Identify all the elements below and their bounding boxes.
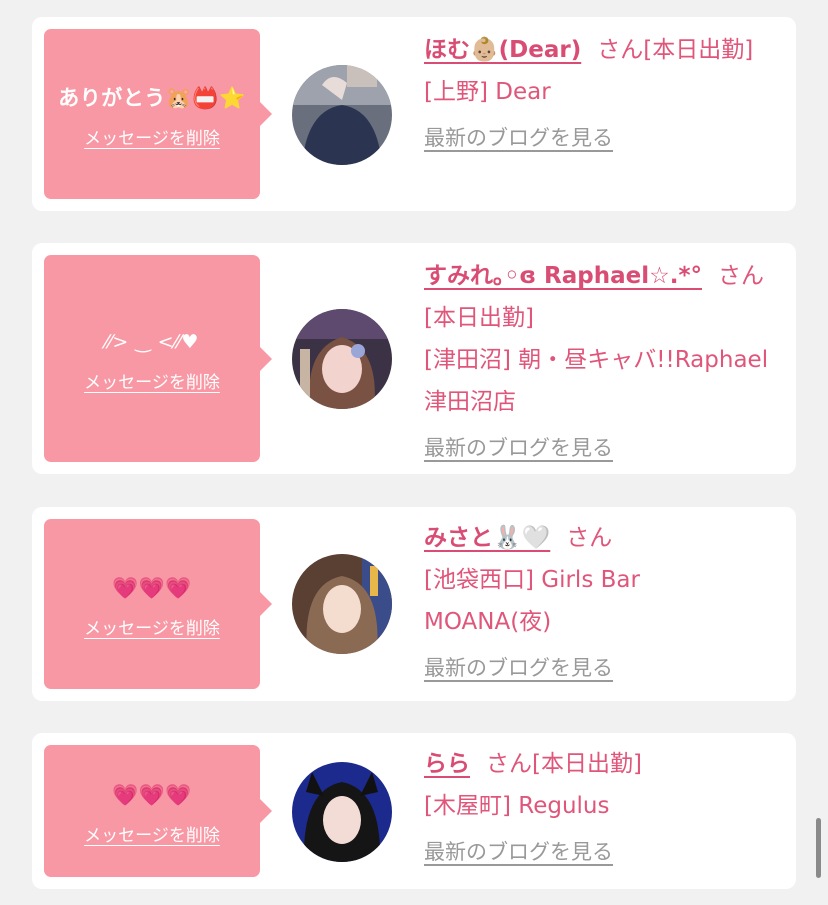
cast-name-link[interactable]: みさと🐰🤍 xyxy=(424,525,550,551)
latest-blog-link[interactable]: 最新のブログを見る xyxy=(424,117,613,159)
shop-name: [津田沼] 朝・昼キャバ!!Raphael 津田沼店 xyxy=(424,347,769,415)
message-card: ありがとう🐹📛⭐ メッセージを削除 ほむ👶🏼(Dear) さん[本日出勤] [上野… xyxy=(32,17,796,211)
delete-message-link[interactable]: メッセージを削除 xyxy=(84,368,220,393)
shop-name: [木屋町] Regulus xyxy=(424,793,610,819)
cast-info: みさと🐰🤍 さん [池袋西口] Girls Bar MOANA(夜) 最新のブログ… xyxy=(424,517,774,689)
message-text: ⁄⁄> ‿ <⁄⁄♥ xyxy=(105,331,199,353)
cast-info: ほむ👶🏼(Dear) さん[本日出勤] [上野] Dear 最新のブログを見る xyxy=(424,29,774,159)
message-card: ⁄⁄> ‿ <⁄⁄♥ メッセージを削除 すみれ｡◦ɞ Raphael☆.*° さん… xyxy=(32,243,796,474)
delete-message-link[interactable]: メッセージを削除 xyxy=(84,821,220,846)
delete-message-link[interactable]: メッセージを削除 xyxy=(84,124,220,149)
latest-blog-link[interactable]: 最新のブログを見る xyxy=(424,647,613,689)
cast-name-line: みさと🐰🤍 さん xyxy=(424,517,774,559)
avatar[interactable] xyxy=(292,309,392,409)
message-bubble: ⁄⁄> ‿ <⁄⁄♥ メッセージを削除 xyxy=(44,255,272,462)
message-bubble: ありがとう🐹📛⭐ メッセージを削除 xyxy=(44,29,272,199)
shop-name: [池袋西口] Girls Bar MOANA(夜) xyxy=(424,567,640,635)
avatar[interactable] xyxy=(292,65,392,165)
shop-name: [上野] Dear xyxy=(424,79,551,105)
latest-blog-link[interactable]: 最新のブログを見る xyxy=(424,831,613,873)
cast-name-link[interactable]: ほむ👶🏼(Dear) xyxy=(424,37,581,63)
avatar[interactable] xyxy=(292,554,392,654)
message-text: 💗💗💗 xyxy=(112,782,192,807)
cast-name-line: らら さん[本日出勤] xyxy=(424,743,774,785)
delete-message-link[interactable]: メッセージを削除 xyxy=(84,614,220,639)
cast-info: らら さん[本日出勤] [木屋町] Regulus 最新のブログを見る xyxy=(424,743,774,873)
latest-blog-link[interactable]: 最新のブログを見る xyxy=(424,427,613,469)
cast-status: さん xyxy=(566,525,613,551)
avatar[interactable] xyxy=(292,762,392,862)
message-card: 💗💗💗 メッセージを削除 みさと🐰🤍 さん [池袋西口] Girls Bar MO… xyxy=(32,507,796,701)
cast-status: さん[本日出勤] xyxy=(597,37,754,63)
message-text: 💗💗💗 xyxy=(112,575,192,600)
cast-name-line: ほむ👶🏼(Dear) さん[本日出勤] xyxy=(424,29,774,71)
scrollbar-thumb[interactable] xyxy=(816,818,821,878)
cast-name-link[interactable]: らら xyxy=(424,751,470,777)
message-card: 💗💗💗 メッセージを削除 らら さん[本日出勤] [木屋町] Regulus 最新… xyxy=(32,733,796,889)
cast-info: すみれ｡◦ɞ Raphael☆.*° さん[本日出勤] [津田沼] 朝・昼キャバ!… xyxy=(424,255,774,469)
message-bubble: 💗💗💗 メッセージを削除 xyxy=(44,519,272,689)
message-bubble: 💗💗💗 メッセージを削除 xyxy=(44,745,272,877)
cast-name-line: すみれ｡◦ɞ Raphael☆.*° さん[本日出勤] xyxy=(424,255,774,339)
cast-status: さん[本日出勤] xyxy=(486,751,642,777)
message-list: ありがとう🐹📛⭐ メッセージを削除 ほむ👶🏼(Dear) さん[本日出勤] [上野… xyxy=(0,0,828,905)
cast-name-link[interactable]: すみれ｡◦ɞ Raphael☆.*° xyxy=(424,263,702,289)
message-text: ありがとう🐹📛⭐ xyxy=(58,85,246,110)
